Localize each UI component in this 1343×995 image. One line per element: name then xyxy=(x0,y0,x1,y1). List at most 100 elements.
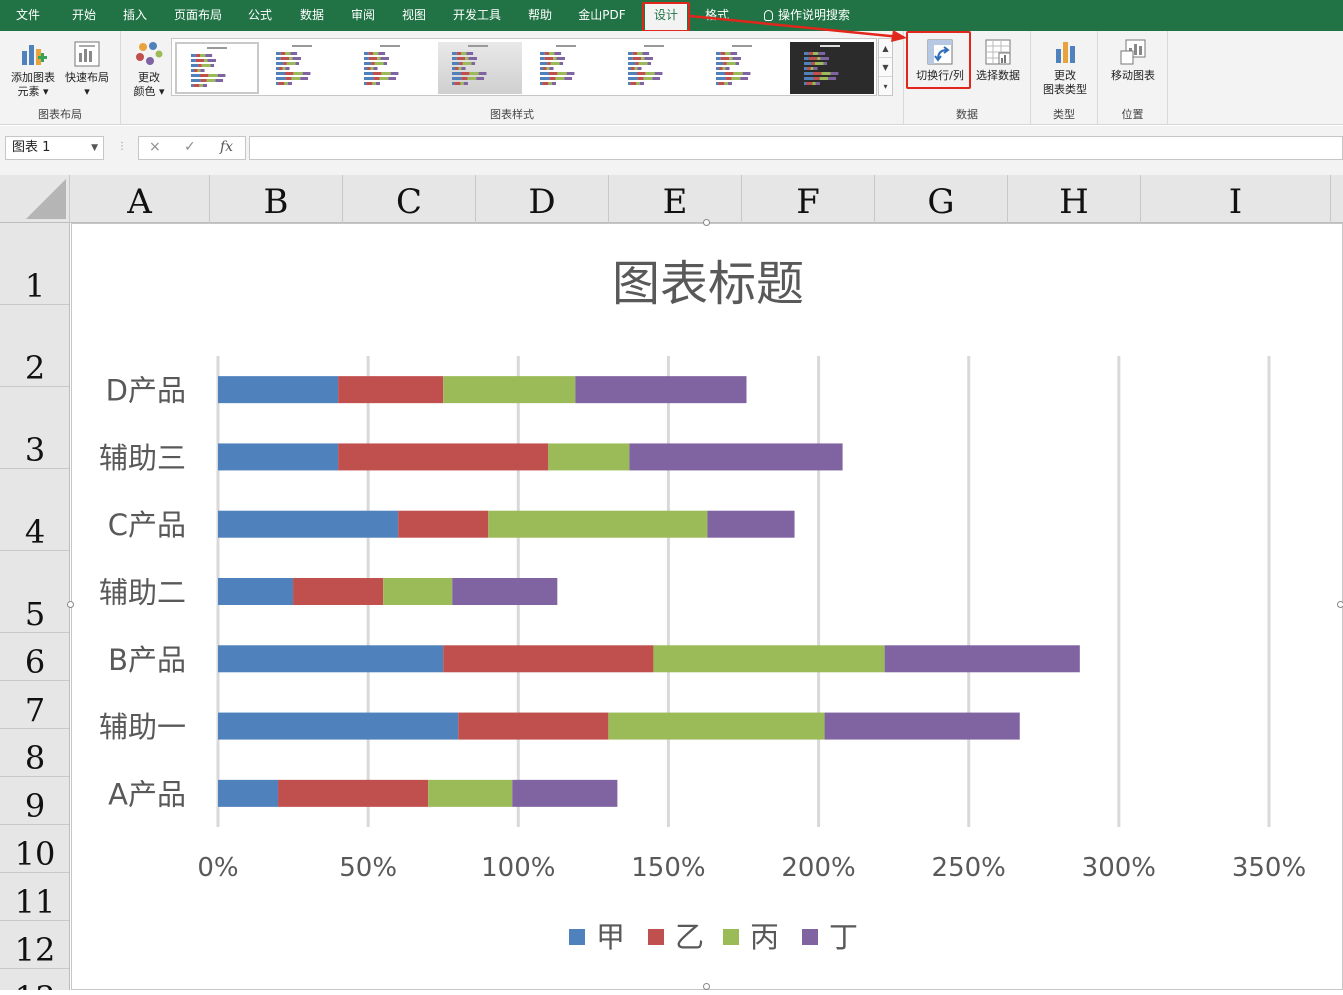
row-header-13[interactable]: 13 xyxy=(0,969,69,990)
thumb-bar xyxy=(276,67,279,70)
column-header-h[interactable]: H xyxy=(1008,175,1141,223)
column-header-g[interactable]: G xyxy=(875,175,1008,223)
column-header-a[interactable]: A xyxy=(70,175,210,223)
thumb-bar xyxy=(631,67,635,70)
column-header-d[interactable]: D xyxy=(476,175,609,223)
row-header-1[interactable]: 1 xyxy=(0,223,69,305)
thumb-bar xyxy=(830,72,839,75)
row-header-2[interactable]: 2 xyxy=(0,305,69,387)
thumb-bar xyxy=(628,72,637,75)
thumb-bar xyxy=(546,67,550,70)
row-header-12[interactable]: 12 xyxy=(0,921,69,969)
category-label: D产品 xyxy=(106,374,186,408)
thumb-bar xyxy=(647,62,652,65)
thumb-bar xyxy=(733,72,743,75)
thumb-bar xyxy=(549,67,554,70)
category-label: B产品 xyxy=(108,643,186,677)
thumb-bar xyxy=(547,62,551,65)
thumb-bar xyxy=(364,82,367,85)
name-box[interactable]: 图表 1 ▼ xyxy=(5,136,104,160)
thumb-bar xyxy=(276,82,279,85)
thumb-bar xyxy=(628,77,638,80)
row-header-5[interactable]: 5 xyxy=(0,551,69,633)
gallery-down-icon[interactable]: ▼ xyxy=(879,58,892,77)
x-tick-label: 350% xyxy=(1232,853,1306,883)
legend-swatch xyxy=(802,929,818,945)
group-label-data: 数据 xyxy=(956,108,978,121)
resize-handle-left[interactable] xyxy=(67,601,74,608)
bar-segment xyxy=(218,712,459,740)
row-header-4[interactable]: 4 xyxy=(0,469,69,551)
group-label-type: 类型 xyxy=(1053,108,1075,121)
formula-input[interactable] xyxy=(249,136,1343,160)
thumb-bar xyxy=(459,62,463,65)
chevron-down-icon[interactable]: ▼ xyxy=(91,137,98,159)
x-tick-label: 300% xyxy=(1082,853,1156,883)
thumb-bar xyxy=(812,82,816,85)
chart-area[interactable]: 图表标题 D产品 辅助三 C产品 辅助二 B产品 辅助一 A产品 0% 50% 100% 150%… xyxy=(67,219,1343,990)
column-header-i[interactable]: I xyxy=(1141,175,1331,223)
bar-segment xyxy=(575,376,747,404)
thumb-bar xyxy=(724,82,728,85)
thumb-bar xyxy=(388,77,397,80)
thumb-bar xyxy=(813,77,820,80)
bar-segment xyxy=(383,578,453,605)
bar-segment xyxy=(218,779,279,807)
thumb-bar xyxy=(564,77,573,80)
thumb-bar xyxy=(191,79,201,82)
name-box-value: 图表 1 xyxy=(12,140,51,155)
thumb-bar xyxy=(635,62,639,65)
thumb-bar xyxy=(373,72,382,75)
insert-function-icon[interactable]: fx xyxy=(220,139,233,155)
cancel-icon[interactable]: × xyxy=(149,139,161,155)
resize-handle-top[interactable] xyxy=(703,219,710,226)
thumb-bar xyxy=(373,77,380,80)
thumb-bar xyxy=(725,72,734,75)
chart-title[interactable]: 图表标题 xyxy=(612,256,804,312)
thumb-bar xyxy=(804,77,814,80)
resize-handle-right[interactable] xyxy=(1337,601,1343,608)
thumb-bar xyxy=(722,67,726,70)
thumb-bar xyxy=(452,72,461,75)
row-header-11[interactable]: 11 xyxy=(0,873,69,921)
bar-segment xyxy=(629,443,843,471)
thumb-bar xyxy=(191,74,200,77)
thumb-bar xyxy=(543,67,547,70)
thumb-bar xyxy=(455,67,459,70)
grip-icon[interactable]: ⋮ xyxy=(117,141,127,152)
switch-row-column-label: 切换行/列 xyxy=(916,69,964,82)
row-header-7[interactable]: 7 xyxy=(0,681,69,729)
gallery-more-icon[interactable]: ▾ xyxy=(879,77,892,96)
row-header-8[interactable]: 8 xyxy=(0,729,69,777)
thumb-bar xyxy=(549,72,558,75)
change-chart-type-label-2: 图表类型 xyxy=(1043,83,1087,96)
column-header-f[interactable]: F xyxy=(742,175,875,223)
legend-swatch xyxy=(569,929,585,945)
thumb-bar xyxy=(811,62,815,65)
thumb-bar xyxy=(814,62,824,65)
legend-label: 乙 xyxy=(675,920,704,954)
thumb-bar xyxy=(559,62,564,65)
row-header-6[interactable]: 6 xyxy=(0,633,69,681)
row-header-10[interactable]: 10 xyxy=(0,825,69,873)
thumb-bar xyxy=(742,72,751,75)
thumb-bar xyxy=(551,82,556,85)
row-header-3[interactable]: 3 xyxy=(0,387,69,469)
legend-swatch xyxy=(648,929,664,945)
column-header-c[interactable]: C xyxy=(343,175,476,223)
thumb-bar xyxy=(471,62,476,65)
thumb-bar xyxy=(198,64,202,67)
thumb-bar xyxy=(654,72,663,75)
thumb-bar xyxy=(381,72,391,75)
thumb-bar xyxy=(731,77,741,80)
enter-icon[interactable]: ✓ xyxy=(184,139,196,155)
column-header-e[interactable]: E xyxy=(609,175,742,223)
column-header-b[interactable]: B xyxy=(210,175,343,223)
resize-handle-bottom[interactable] xyxy=(703,983,710,990)
select-all-corner[interactable] xyxy=(0,175,70,223)
thumb-bar xyxy=(461,77,468,80)
category-label: A产品 xyxy=(108,777,186,811)
thumb-bar xyxy=(282,67,286,70)
change-colors-label-2: 颜色 ▾ xyxy=(133,85,165,98)
row-header-9[interactable]: 9 xyxy=(0,777,69,825)
